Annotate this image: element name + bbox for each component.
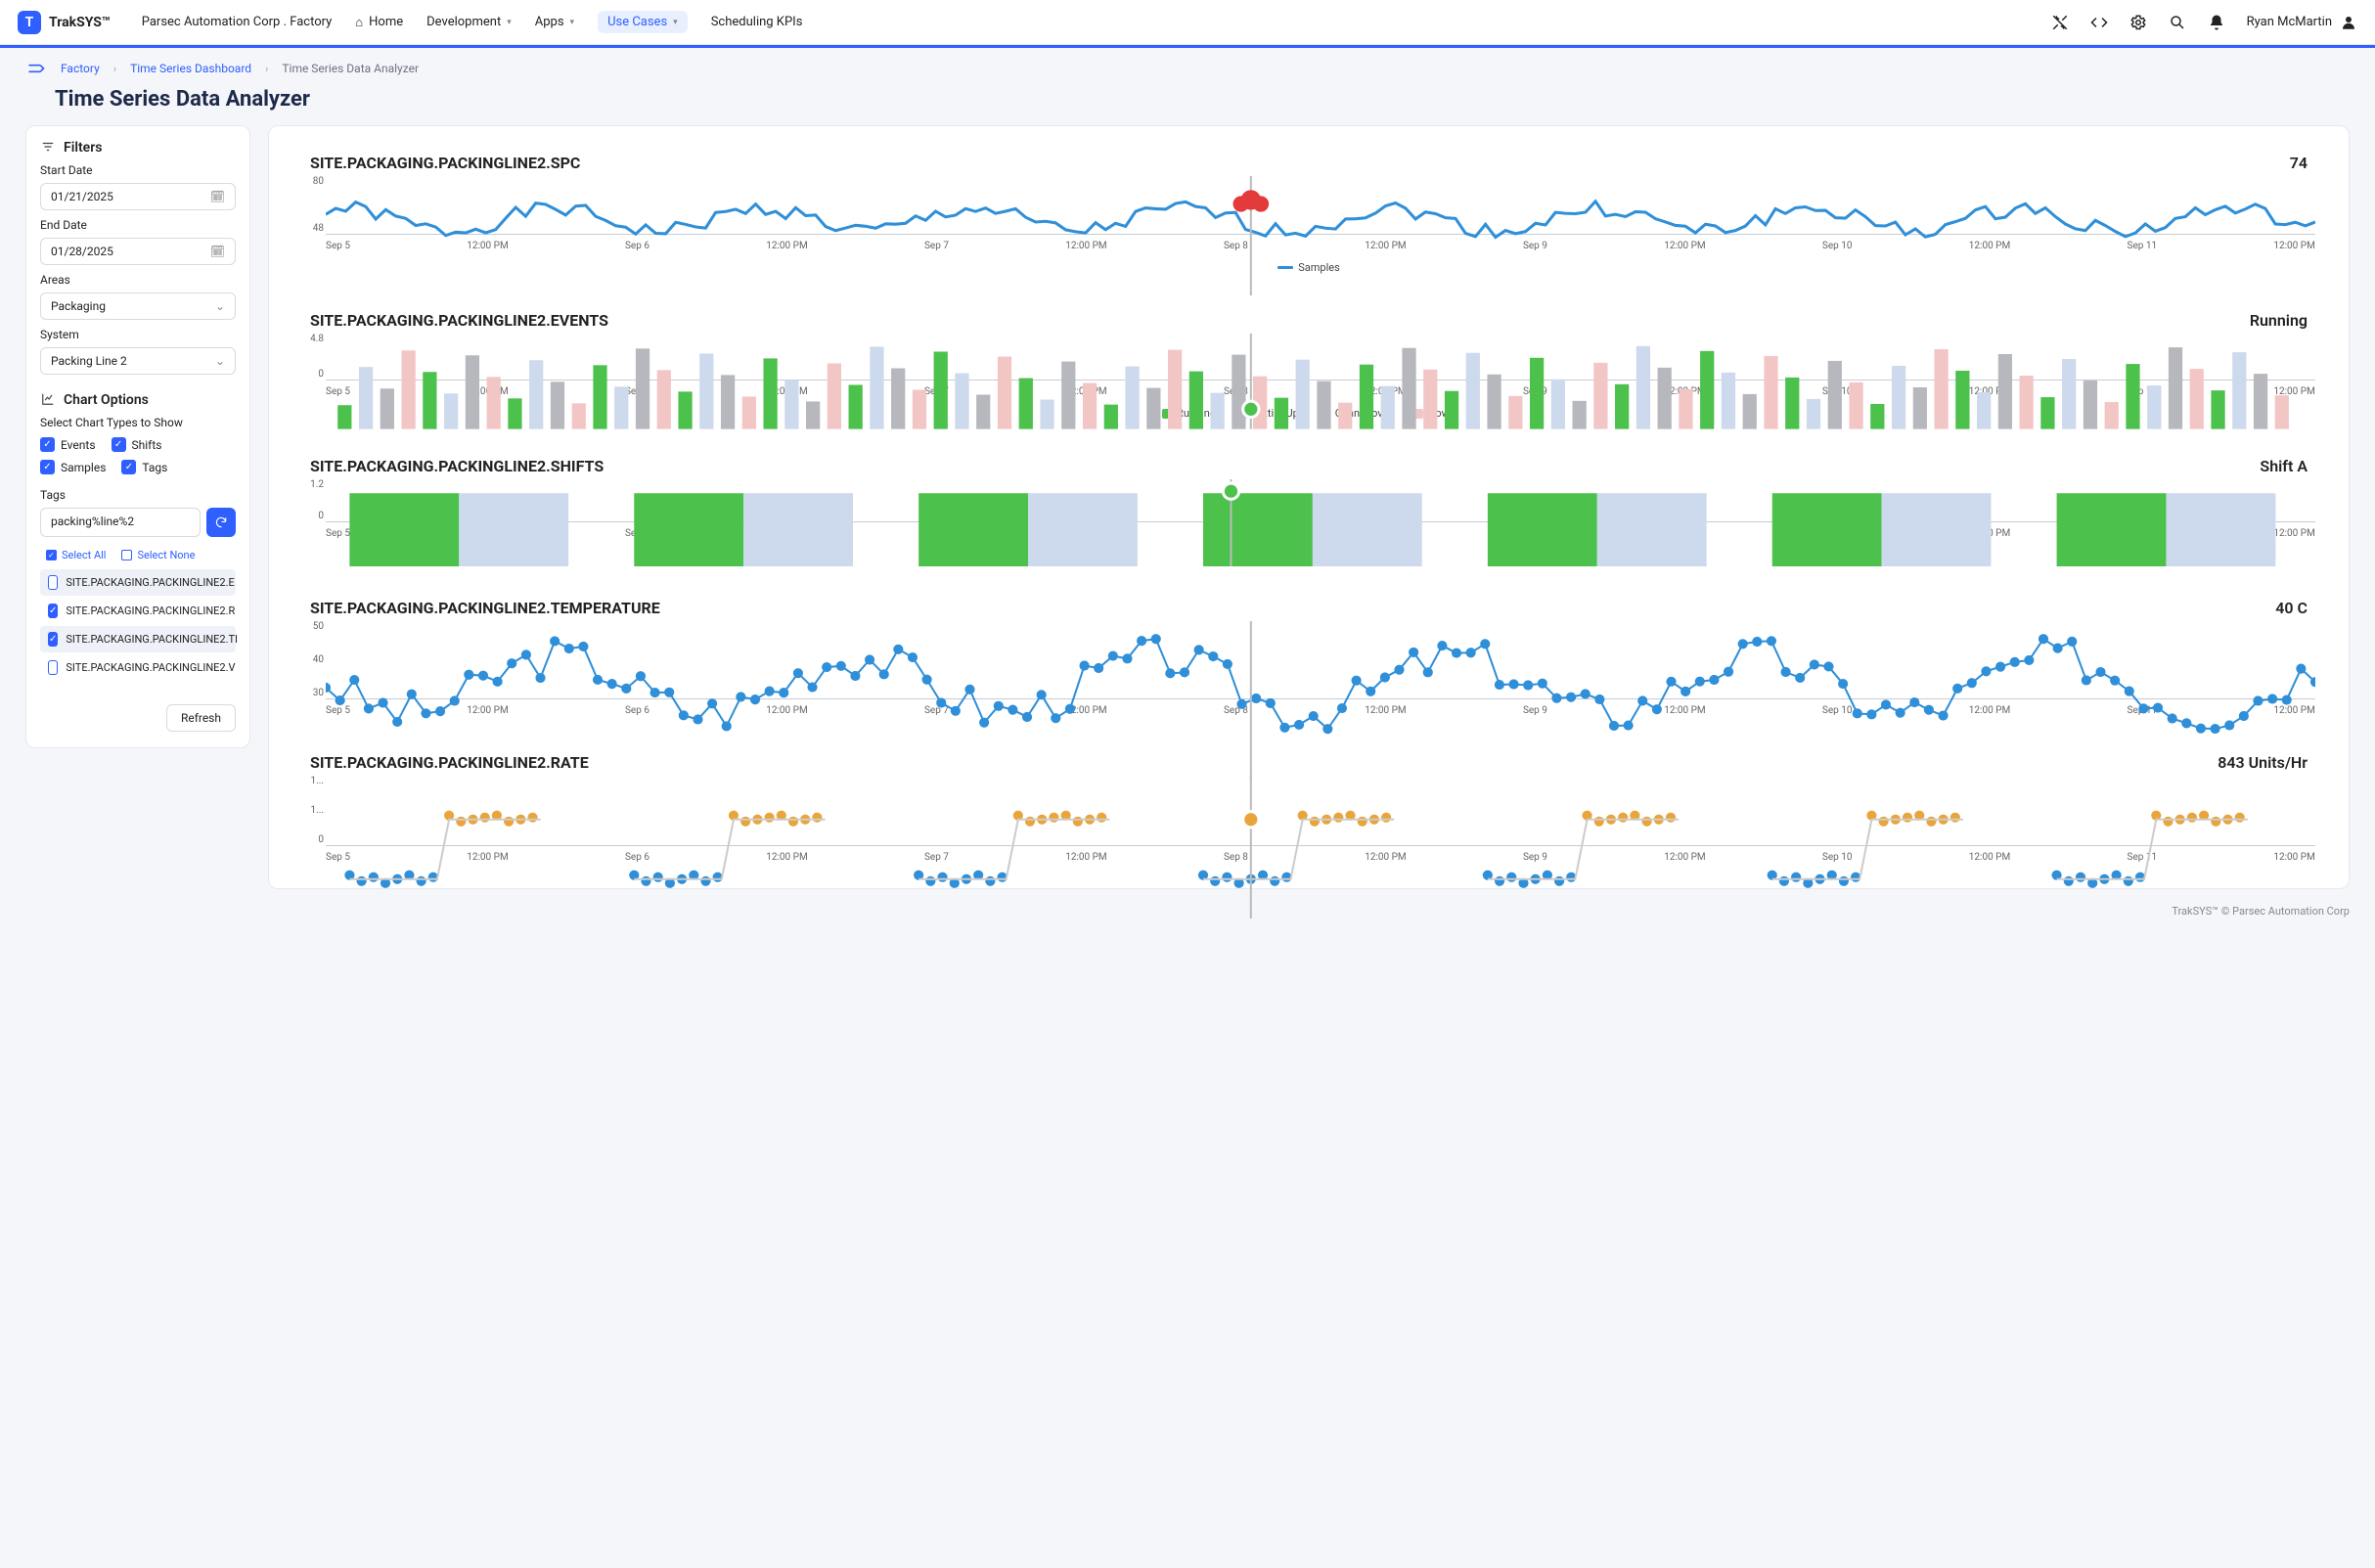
chart-events-title: SITE.PACKAGING.PACKINGLINE2.EVENTS [310,311,608,330]
chevron-down-icon: ▾ [673,18,678,27]
refresh-button[interactable]: Refresh [166,704,236,732]
nav-development[interactable]: Development▾ [426,15,512,29]
tag-item[interactable]: ✓SITE.PACKAGING.PACKINGLINE2.V [40,654,236,681]
chevron-down-icon: ▾ [507,18,512,27]
brand-name: TrakSYS™ [49,15,111,30]
chart-events-svg[interactable] [326,334,2315,429]
bell-icon[interactable] [2208,14,2225,31]
checkbox-icon: ✓ [48,660,58,675]
checkbox-shifts[interactable]: ✓Shifts [112,437,162,452]
nav-home[interactable]: ⌂ Home [355,15,403,30]
tag-item[interactable]: ✓SITE.PACKAGING.PACKINGLINE2.E [40,569,236,596]
chart-spc-svg[interactable] [326,176,2315,295]
chart-temp-svg[interactable] [326,621,2315,781]
crumb-current: Time Series Data Analyzer [282,62,419,75]
nav-scheduling-kpis[interactable]: Scheduling KPIs [711,15,803,29]
user-icon [2340,14,2357,31]
checkbox-icon: ✓ [48,632,58,647]
nav-tool-icons: Ryan McMartin [2051,14,2357,31]
chart-temp-value: 40 C [2275,599,2308,617]
chart-icon [40,392,56,408]
system-label: System [40,328,236,341]
select-none-link[interactable]: Select None [121,549,195,561]
tag-list: ✓SITE.PACKAGING.PACKINGLINE2.E✓SITE.PACK… [40,569,236,681]
chart-shifts-value: Shift A [2260,457,2308,475]
home-icon: ⌂ [355,15,363,30]
chart-spc-title: SITE.PACKAGING.PACKINGLINE2.SPC [310,154,580,172]
filters-panel: Filters Start Date 01/21/2025 🗓 End Date… [25,125,250,748]
chart-spc: SITE.PACKAGING.PACKINGLINE2.SPC 74 8048 … [302,154,2315,274]
chart-shifts-title: SITE.PACKAGING.PACKINGLINE2.SHIFTS [310,457,604,475]
checkbox-samples[interactable]: ✓Samples [40,460,106,474]
calendar-icon: 🗓 [210,190,225,203]
code-icon[interactable] [2090,14,2108,31]
calendar-icon: 🗓 [210,245,225,258]
end-date-label: End Date [40,218,236,232]
nav-use-cases[interactable]: Use Cases▾ [598,11,688,33]
chart-rate-svg[interactable] [326,776,2315,918]
charts-panel: SITE.PACKAGING.PACKINGLINE2.SPC 74 8048 … [268,125,2350,889]
chart-spc-value: 74 [2290,154,2308,172]
chevron-down-icon: ▾ [570,18,575,27]
checkbox-tags[interactable]: ✓Tags [121,460,167,474]
tags-input[interactable]: packing%line%2 [40,508,201,537]
search-icon[interactable] [2169,14,2186,31]
filters-header: Filters [40,140,236,156]
logo-icon: T [18,11,41,34]
start-date-label: Start Date [40,163,236,177]
chart-shifts: SITE.PACKAGING.PACKINGLINE2.SHIFTS Shift… [302,457,2315,561]
checkbox-icon: ✓ [48,604,58,618]
tags-refresh-button[interactable] [206,508,236,537]
checkbox-icon: ✓ [48,575,58,590]
select-all-link[interactable]: ✓Select All [46,549,106,561]
tag-item[interactable]: ✓SITE.PACKAGING.PACKINGLINE2.R [40,598,236,624]
org-label: Parsec Automation Corp . Factory [142,15,333,29]
crumb-time-series-dashboard[interactable]: Time Series Dashboard [130,62,251,75]
nav-links: ⌂ Home Development▾ Apps▾ Use Cases▾ Sch… [355,11,802,33]
breadcrumb-toggle-icon[interactable] [25,58,47,79]
chart-events-value: Running [2250,311,2308,330]
start-date-input[interactable]: 01/21/2025 🗓 [40,183,236,210]
tags-label: Tags [40,488,236,502]
filter-icon [40,140,56,156]
chart-events: SITE.PACKAGING.PACKINGLINE2.EVENTS Runni… [302,311,2315,420]
chevron-down-icon: ⌄ [215,299,225,313]
brand[interactable]: T TrakSYS™ [18,11,111,34]
tag-item[interactable]: ✓SITE.PACKAGING.PACKINGLINE2.TI [40,626,236,652]
areas-label: Areas [40,273,236,287]
top-navbar: T TrakSYS™ Parsec Automation Corp . Fact… [0,0,2375,45]
gear-icon[interactable] [2129,14,2147,31]
chart-temp-title: SITE.PACKAGING.PACKINGLINE2.TEMPERATURE [310,599,660,617]
chart-options-header: Chart Options [40,392,236,408]
areas-select[interactable]: Packaging ⌄ [40,292,236,320]
chart-temperature: SITE.PACKAGING.PACKINGLINE2.TEMPERATURE … [302,599,2315,716]
page-title: Time Series Data Analyzer [0,83,2375,125]
system-select[interactable]: Packing Line 2 ⌄ [40,347,236,375]
end-date-input[interactable]: 01/28/2025 🗓 [40,238,236,265]
nav-apps[interactable]: Apps▾ [535,15,574,29]
breadcrumb: Factory › Time Series Dashboard › Time S… [0,48,2375,83]
select-chart-types-label: Select Chart Types to Show [40,416,236,429]
tools-icon[interactable] [2051,14,2069,31]
crumb-factory[interactable]: Factory [61,62,100,75]
user-name: Ryan McMartin [2247,15,2332,29]
checkbox-events[interactable]: ✓Events [40,437,96,452]
user-menu[interactable]: Ryan McMartin [2247,14,2357,31]
chart-shifts-svg[interactable] [326,479,2315,566]
chevron-down-icon: ⌄ [215,354,225,368]
